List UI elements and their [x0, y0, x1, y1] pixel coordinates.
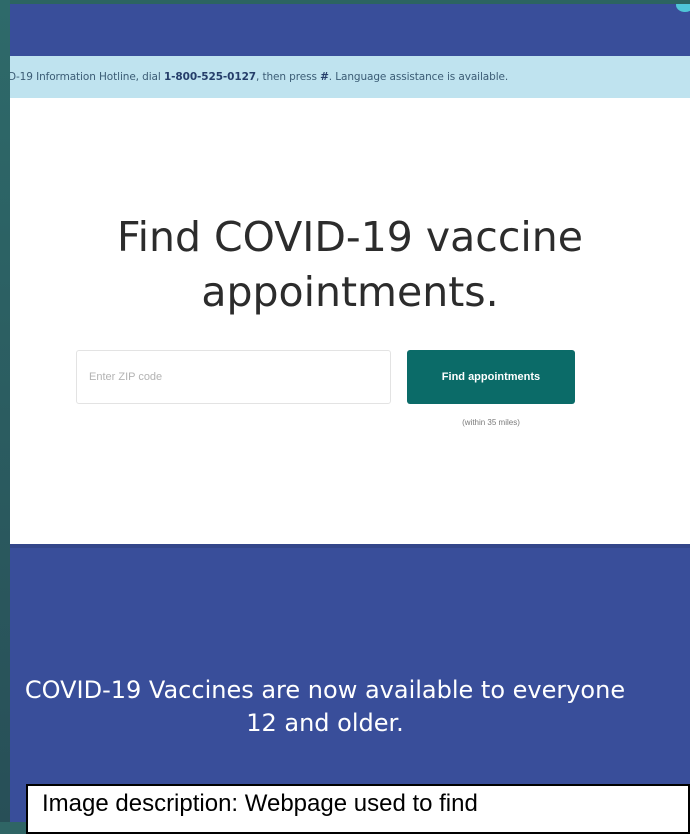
- banner-divider: [10, 544, 690, 548]
- hotline-key: #: [320, 71, 329, 83]
- site-header: [10, 4, 690, 56]
- hotline-text: D-19 Information Hotline, dial 1-800-525…: [10, 71, 508, 83]
- caption-text: Image description: Webpage used to find: [42, 790, 478, 817]
- slide-frame-left: [0, 0, 10, 822]
- hotline-banner: D-19 Information Hotline, dial 1-800-525…: [10, 56, 690, 98]
- hotline-tail: . Language assistance is available.: [328, 71, 509, 83]
- hotline-prefix: D-19 Information Hotline, dial: [10, 71, 164, 83]
- page-title: Find COVID-19 vaccine appointments.: [117, 213, 583, 316]
- hotline-phone[interactable]: 1-800-525-0127: [164, 71, 256, 83]
- eligibility-banner: COVID-19 Vaccines are now available to e…: [10, 544, 690, 822]
- zip-code-input[interactable]: [76, 350, 391, 404]
- webpage-screenshot: D-19 Information Hotline, dial 1-800-525…: [10, 4, 690, 822]
- search-section: Find COVID-19 vaccine appointments. Find…: [10, 98, 690, 544]
- header-accent-shape: [676, 4, 690, 12]
- image-description-caption: Image description: Webpage used to find: [26, 784, 690, 834]
- hotline-suffix: , then press: [255, 71, 321, 83]
- find-appointments-button[interactable]: Find appointments: [407, 350, 575, 404]
- eligibility-text: COVID-19 Vaccines are now available to e…: [24, 676, 626, 737]
- search-radius-note: (within 35 miles): [462, 418, 520, 427]
